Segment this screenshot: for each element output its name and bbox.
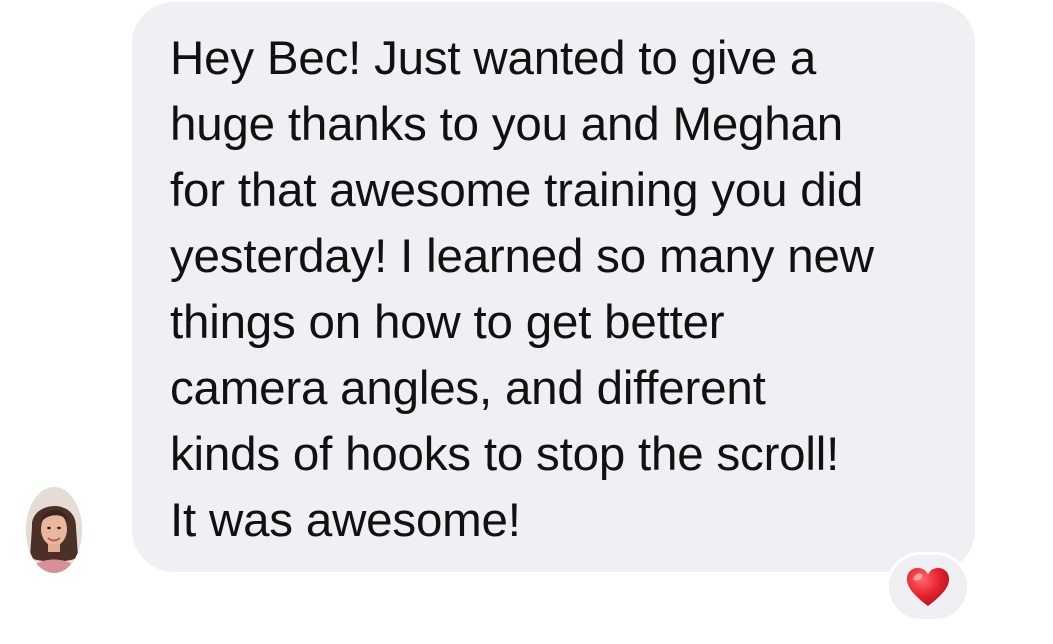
- reaction-badge[interactable]: [886, 552, 970, 622]
- avatar-photo-icon: [26, 487, 82, 573]
- message-bubble[interactable]: Hey Bec! Just wanted to give a huge than…: [132, 2, 975, 572]
- conversation-view: Hey Bec! Just wanted to give a huge than…: [0, 0, 1053, 644]
- sender-avatar[interactable]: [26, 487, 82, 573]
- message-text: Hey Bec! Just wanted to give a huge than…: [170, 32, 874, 547]
- red-heart-icon: [907, 568, 949, 606]
